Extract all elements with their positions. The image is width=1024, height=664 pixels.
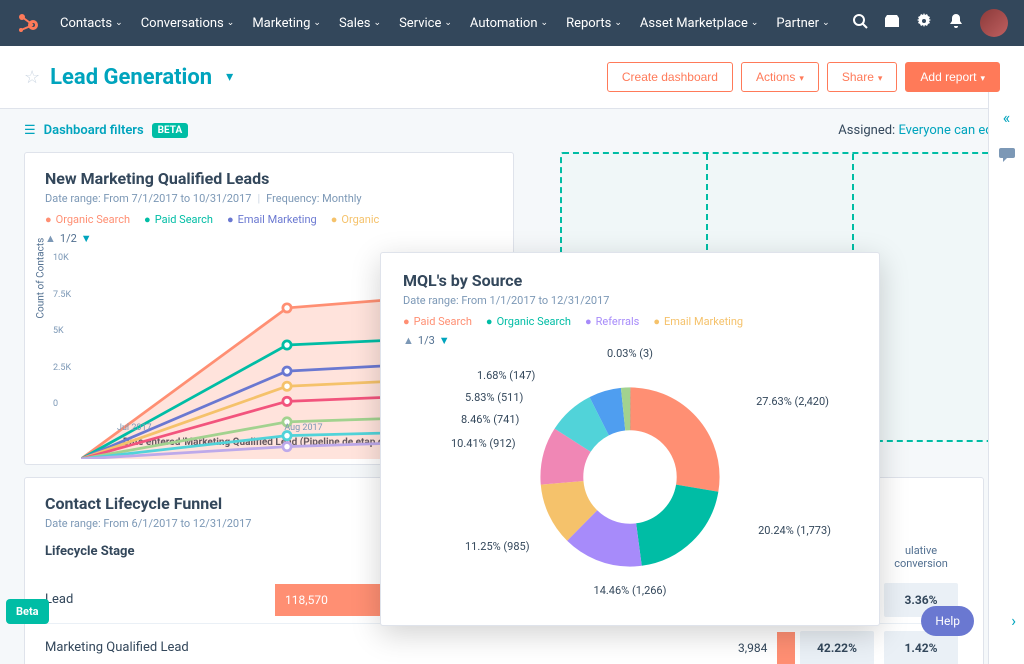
- legend-item[interactable]: Referrals: [585, 315, 639, 328]
- funnel-stage-name: Lead: [45, 592, 275, 607]
- slice-label: 0.03% (3): [607, 347, 653, 360]
- nav-reports[interactable]: Reports⌄: [558, 10, 630, 37]
- create-dashboard-button[interactable]: Create dashboard: [607, 62, 733, 92]
- slice-label: 10.41% (912): [451, 437, 516, 450]
- pager-text: 1/2: [60, 232, 77, 245]
- y-axis-label: Count of Contacts: [36, 238, 47, 319]
- pager-next-icon[interactable]: ▼: [81, 232, 92, 245]
- filters-bar: ☰ Dashboard filters BETA Assigned: Every…: [0, 109, 1024, 152]
- actions-button[interactable]: Actions▾: [741, 62, 819, 92]
- marketplace-icon[interactable]: [884, 13, 900, 33]
- beta-pill[interactable]: Beta: [6, 599, 49, 624]
- nav-automation[interactable]: Automation⌄: [462, 10, 556, 37]
- beta-badge: BETA: [152, 123, 189, 138]
- legend-pager: ▲ 1/2 ▼: [45, 232, 493, 245]
- help-button[interactable]: Help: [921, 606, 974, 636]
- side-rail: «: [988, 92, 1024, 664]
- mql-floating-card[interactable]: MQL's by Source Date range: From 1/1/201…: [380, 252, 880, 626]
- star-icon[interactable]: ☆: [24, 67, 40, 88]
- pager-next-icon[interactable]: ▼: [439, 334, 450, 347]
- nav-asset-marketplace[interactable]: Asset Marketplace⌄: [632, 10, 766, 37]
- chevron-down-icon: ⌄: [227, 18, 235, 28]
- top-nav: Contacts⌄ Conversations⌄ Marketing⌄ Sale…: [0, 0, 1024, 46]
- nav-conversations[interactable]: Conversations⌄: [133, 10, 243, 37]
- nav-contacts[interactable]: Contacts⌄: [52, 10, 131, 37]
- hubspot-logo-icon: [16, 11, 40, 35]
- slice-label: 1.68% (147): [477, 369, 535, 382]
- chevron-down-icon: ⌄: [751, 18, 759, 28]
- card-subtitle: Date range: From 7/1/2017 to 10/31/2017|…: [45, 192, 493, 205]
- funnel-stage-name: Marketing Qualified Lead: [45, 640, 275, 655]
- card-subtitle: Date range: From 1/1/2017 to 12/31/2017: [403, 294, 857, 307]
- gear-icon[interactable]: [916, 13, 932, 33]
- add-report-button[interactable]: Add report▾: [905, 62, 1000, 92]
- page-title: Lead Generation: [50, 65, 212, 90]
- chevron-down-icon: ⌄: [313, 18, 321, 28]
- slice-label: 20.24% (1,773): [758, 524, 831, 537]
- pager-prev-icon[interactable]: ▲: [45, 232, 56, 245]
- donut-svg: [540, 387, 720, 567]
- chevron-down-icon: ⌄: [115, 18, 123, 28]
- slice-label: 27.63% (2,420): [756, 395, 829, 408]
- title-dropdown-icon[interactable]: ▾: [226, 69, 233, 85]
- expand-rail-icon[interactable]: ›: [1011, 611, 1016, 630]
- chevron-down-icon: ⌄: [614, 18, 622, 28]
- nav-sales[interactable]: Sales⌄: [331, 10, 389, 37]
- legend-item[interactable]: Email Marketing: [653, 315, 743, 328]
- legend: Paid Search Organic Search Referrals Ema…: [403, 315, 857, 328]
- page-header: ☆ Lead Generation ▾ Create dashboard Act…: [0, 46, 1024, 109]
- funnel-bar: [777, 632, 795, 664]
- collapse-rail-icon[interactable]: «: [1003, 108, 1011, 127]
- filter-icon[interactable]: ☰: [24, 123, 36, 138]
- chevron-down-icon: ⌄: [444, 18, 452, 28]
- slice-label: 8.46% (741): [461, 413, 519, 426]
- slice-label: 5.83% (511): [465, 391, 523, 404]
- pager-text: 1/3: [418, 334, 435, 347]
- funnel-row: Marketing Qualified Lead 3,984 42.22% 1.…: [45, 624, 963, 664]
- search-icon[interactable]: [852, 13, 868, 33]
- nav-icons: [852, 9, 1008, 37]
- share-button[interactable]: Share▾: [827, 62, 898, 92]
- legend-item[interactable]: Paid Search: [144, 213, 213, 226]
- nav-items: Contacts⌄ Conversations⌄ Marketing⌄ Sale…: [52, 10, 848, 37]
- assigned-label: Assigned:: [838, 123, 895, 138]
- chevron-down-icon: ⌄: [822, 18, 830, 28]
- chevron-down-icon: ⌄: [374, 18, 382, 28]
- legend: Organic Search Paid Search Email Marketi…: [45, 213, 493, 226]
- legend-item[interactable]: Email Marketing: [227, 213, 317, 226]
- card-title: MQL's by Source: [403, 271, 857, 290]
- slice-label: 11.25% (985): [465, 540, 530, 553]
- legend-item[interactable]: Organic Search: [45, 213, 130, 226]
- pager-prev-icon[interactable]: ▲: [403, 334, 414, 347]
- avatar[interactable]: [980, 9, 1008, 37]
- conversion-value: 42.22%: [800, 631, 874, 664]
- cumulative-conv-header: ulative conversion: [879, 544, 963, 570]
- nav-marketing[interactable]: Marketing⌄: [244, 10, 329, 37]
- legend-item[interactable]: Paid Search: [403, 315, 472, 328]
- nav-service[interactable]: Service⌄: [391, 10, 460, 37]
- slice-label: 14.46% (1,266): [594, 584, 667, 597]
- assigned-value-link[interactable]: Everyone can edit: [898, 123, 1000, 138]
- legend-item[interactable]: Organic: [331, 213, 380, 226]
- legend-item[interactable]: Organic Search: [486, 315, 571, 328]
- y-ticks: 10K7.5K5K2.5K0: [53, 253, 71, 409]
- chevron-down-icon: ⌄: [541, 18, 549, 28]
- bell-icon[interactable]: [948, 13, 964, 33]
- dashboard-filters-link[interactable]: Dashboard filters: [44, 123, 144, 138]
- donut-chart: 0.03% (3) 1.68% (147) 5.83% (511) 8.46% …: [403, 347, 857, 607]
- nav-partner[interactable]: Partner⌄: [768, 10, 837, 37]
- comment-icon[interactable]: [999, 147, 1015, 166]
- funnel-value: 3,984: [738, 641, 767, 655]
- legend-pager: ▲ 1/3 ▼: [403, 334, 857, 347]
- card-title: New Marketing Qualified Leads: [45, 169, 493, 188]
